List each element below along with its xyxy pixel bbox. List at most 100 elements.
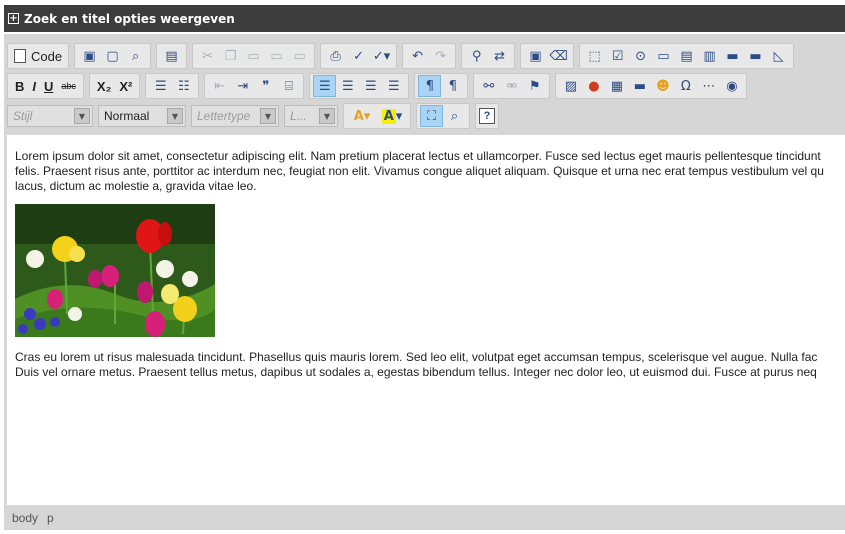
image-button-button[interactable]: ▬ (744, 45, 767, 67)
iframe-button[interactable]: ◉ (720, 75, 743, 97)
background-color-button[interactable]: A ▾ (377, 105, 407, 127)
outdent-button[interactable]: ⇤ (208, 75, 231, 97)
horizontal-rule-button[interactable]: ▬ (628, 75, 651, 97)
page-break-button[interactable]: ⋯ (697, 75, 720, 97)
superscript-button[interactable]: X² (115, 75, 136, 97)
forms-group: ⬚ ☑ ⊙ ▭ ▤ ▥ ▬ ▬ ◺ (579, 43, 795, 69)
strikethrough-button[interactable]: abc (57, 75, 80, 97)
source-code-button[interactable]: Code (11, 49, 65, 64)
special-char-button[interactable]: Ω (674, 75, 697, 97)
indent-icon: ⇥ (237, 78, 249, 94)
print-spell-group: ⎙ ✓ ✓▾ (320, 43, 398, 69)
search-title-options-toggle[interactable]: + Zoek en titel opties weergeven (4, 5, 845, 32)
maximize-button[interactable]: ⛶ (420, 105, 443, 127)
print-button[interactable]: ⎙ (324, 45, 347, 67)
about-button[interactable]: ? (479, 108, 495, 124)
create-div-button[interactable]: ⌸ (277, 75, 300, 97)
editor-content-area[interactable]: Lorem ipsum dolor sit amet, consectetur … (7, 135, 845, 505)
spellcheck-button[interactable]: ✓ (347, 45, 370, 67)
chevron-down-icon: ▼ (260, 108, 276, 124)
replace-button[interactable]: ⇄ (488, 45, 511, 67)
find-button[interactable]: ⚲ (465, 45, 488, 67)
italic-button[interactable]: I (28, 75, 40, 97)
smiley-button[interactable]: ☻ (651, 75, 674, 97)
image-icon: ▨ (564, 78, 578, 94)
indent-button[interactable]: ⇥ (231, 75, 254, 97)
paste-button[interactable]: ▭ (242, 45, 265, 67)
templates-button[interactable]: ▤ (160, 45, 183, 67)
paragraph-1-line-1: Lorem ipsum dolor sit amet, consectetur … (15, 149, 821, 163)
path-item-p[interactable]: p (47, 511, 54, 525)
align-left-button[interactable]: ☰ (313, 75, 337, 97)
paste-word-button[interactable]: ▭ (288, 45, 311, 67)
omega-icon: Ω (680, 78, 691, 94)
justify-icon: ☰ (388, 78, 400, 94)
maximize-icon: ⛶ (426, 108, 437, 124)
link-button[interactable]: ⚯ (477, 75, 500, 97)
cut-button[interactable]: ✂ (196, 45, 219, 67)
anchor-button[interactable]: ⚑ (523, 75, 546, 97)
source-group: Code (7, 43, 70, 69)
rtl-button[interactable]: ¶ (441, 75, 464, 97)
find-icon: ⚲ (471, 48, 482, 64)
spellcheck-as-you-type-button[interactable]: ✓▾ (370, 45, 393, 67)
unlink-button[interactable]: ⚮ (500, 75, 523, 97)
blockquote-button[interactable]: ❞ (254, 75, 277, 97)
flash-button[interactable]: ● (582, 75, 605, 97)
show-blocks-icon: ⌕ (450, 108, 459, 124)
text-color-button[interactable]: A▾ (347, 105, 377, 127)
new-page-icon: ▢ (106, 48, 119, 64)
show-blocks-button[interactable]: ⌕ (443, 105, 466, 127)
textarea-icon: ▤ (680, 48, 693, 64)
radio-button[interactable]: ⊙ (629, 45, 652, 67)
justify-button[interactable]: ☰ (382, 75, 405, 97)
font-size-combo[interactable]: L... ▼ (284, 105, 338, 127)
new-page-button[interactable]: ▢ (101, 45, 124, 67)
align-right-button[interactable]: ☰ (359, 75, 382, 97)
link-icon: ⚯ (483, 78, 495, 94)
radio-icon: ⊙ (635, 48, 647, 64)
bold-button[interactable]: B (11, 75, 28, 97)
paste-text-button[interactable]: ▭ (265, 45, 288, 67)
remove-format-button[interactable]: ⌫ (547, 45, 570, 67)
preview-button[interactable]: ⌕ (124, 45, 147, 67)
table-button[interactable]: ▦ (605, 75, 628, 97)
style-combo[interactable]: Stijl ▼ (7, 105, 93, 127)
ltr-button[interactable]: ¶ (418, 75, 442, 97)
bulleted-list-button[interactable]: ☷ (172, 75, 195, 97)
align-group: ☰ ☰ ☰ ☰ (309, 73, 410, 99)
flash-icon: ● (588, 78, 600, 94)
insert-group: ▨ ● ▦ ▬ ☻ Ω ⋯ ◉ (555, 73, 748, 99)
underline-button[interactable]: U (40, 75, 57, 97)
flowers-image[interactable] (15, 204, 215, 337)
redo-button[interactable]: ↷ (429, 45, 452, 67)
paragraph-2-line-1: Cras eu lorem ut risus malesuada tincidu… (15, 350, 818, 364)
subscript-button[interactable]: X₂ (93, 75, 115, 97)
numbered-list-button[interactable]: ☰ (149, 75, 172, 97)
image-button[interactable]: ▨ (559, 75, 582, 97)
save-button[interactable]: ▣ (78, 45, 101, 67)
clipboard-group: ✂ ❐ ▭ ▭ ▭ (192, 43, 316, 69)
form-button-button[interactable]: ▬ (721, 45, 744, 67)
bidi-group: ¶ ¶ (414, 73, 469, 99)
path-item-body[interactable]: body (12, 511, 38, 525)
checkbox-button[interactable]: ☑ (606, 45, 629, 67)
textarea-button[interactable]: ▤ (675, 45, 698, 67)
copy-button[interactable]: ❐ (219, 45, 242, 67)
select-all-button[interactable]: ▣ (524, 45, 547, 67)
textfield-button[interactable]: ▭ (652, 45, 675, 67)
select-field-button[interactable]: ▥ (698, 45, 721, 67)
align-center-button[interactable]: ☰ (336, 75, 359, 97)
form-button[interactable]: ⬚ (583, 45, 606, 67)
undo-button[interactable]: ↶ (406, 45, 429, 67)
font-combo[interactable]: Lettertype ▼ (191, 105, 279, 127)
find-group: ⚲ ⇄ (461, 43, 516, 69)
hidden-field-button[interactable]: ◺ (767, 45, 790, 67)
paragraph-1-line-3: lacus, dictum ac molestie a, gravida vit… (15, 179, 257, 193)
format-combo[interactable]: Normaal ▼ (98, 105, 186, 127)
image-button-icon: ▬ (749, 48, 762, 64)
smiley-icon: ☻ (656, 78, 670, 94)
chevron-down-icon: ▼ (74, 108, 90, 124)
horizontal-rule-icon: ▬ (633, 78, 647, 94)
unlink-icon: ⚮ (506, 78, 518, 94)
